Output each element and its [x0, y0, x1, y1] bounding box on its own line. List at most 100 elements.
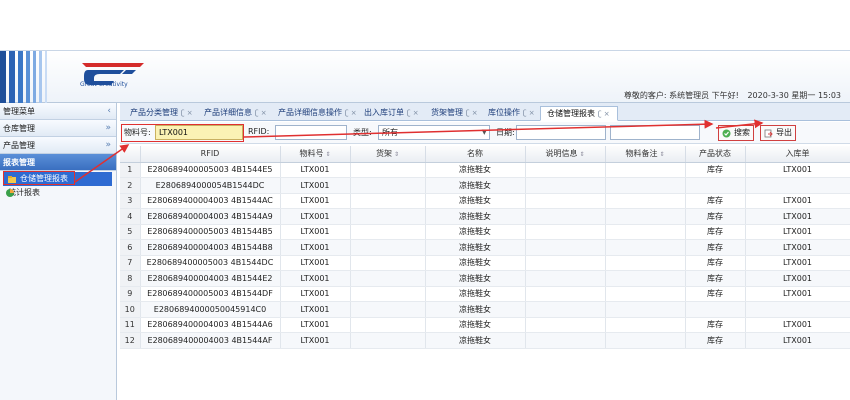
table-cell: LTX001 — [745, 255, 850, 271]
table-cell: LTX001 — [280, 193, 351, 209]
table-cell: 库存 — [685, 193, 746, 209]
table-cell: LTX001 — [280, 177, 351, 194]
table-row[interactable]: 5 E280689400005003 4B1544B5 LTX001 凉拖鞋女 库存 LT… — [120, 224, 850, 240]
table-cell: E280689400005003 4B1544DF — [140, 286, 281, 302]
close-icon[interactable]: ʗ × — [598, 110, 610, 118]
search-button[interactable]: 搜索 — [718, 125, 754, 141]
table-cell: LTX001 — [280, 286, 351, 302]
close-icon[interactable]: ʗ × — [407, 109, 419, 117]
table-row[interactable]: 4 E280689400004003 4B1544A9 LTX001 凉拖鞋女 库存 LT… — [120, 208, 850, 225]
sort-icon[interactable]: ⇕ — [325, 151, 330, 158]
table-row[interactable]: 12 E280689400004003 4B1544AF LTX001 凉拖鞋女 库存 L… — [120, 332, 850, 349]
table-cell: 凉拖鞋女 — [425, 162, 526, 178]
table-cell — [605, 239, 686, 256]
close-icon[interactable]: ʗ × — [466, 109, 478, 117]
close-icon[interactable]: ʗ × — [345, 109, 357, 117]
table-cell: LTX001 — [745, 332, 850, 349]
table-cell: 库存 — [685, 317, 746, 333]
table-row[interactable]: 11 E280689400004003 4B1544A6 LTX001 凉拖鞋女 库存 L… — [120, 317, 850, 333]
table-cell: LTX001 — [280, 208, 351, 225]
tab-warehouse-report[interactable]: 仓储管理报表 ʗ × — [540, 106, 618, 121]
app-header: Great Creativity 尊敬的客户: 系统管理员 下午好! 2020-… — [0, 50, 850, 103]
search-icon — [722, 129, 731, 138]
table-row[interactable]: 7 E280689400005003 4B1544DC LTX001 凉拖鞋女 库存 LT… — [120, 255, 850, 271]
table-cell — [350, 332, 426, 349]
column-header[interactable]: 物料备注 ⇕ — [605, 146, 686, 163]
table-cell — [525, 208, 606, 225]
table-cell — [605, 255, 686, 271]
sort-icon[interactable]: ⇕ — [579, 151, 584, 158]
table-row[interactable]: 2 E2806894000054B1544DC LTX001 凉拖鞋女 — [120, 177, 850, 194]
tab-inout-orders[interactable]: 出入库订单 ʗ × — [358, 106, 419, 121]
type-select[interactable]: 所有 ▼ — [378, 125, 490, 140]
table-cell: 库存 — [685, 208, 746, 225]
table-cell — [605, 224, 686, 240]
column-header[interactable]: RFID — [140, 146, 281, 163]
sidebar-item-reports[interactable]: 报表管理 — [0, 154, 116, 171]
row-number: 2 — [120, 177, 141, 194]
sidebar-item-products[interactable]: 产品管理 » — [0, 137, 116, 154]
date-end-input[interactable] — [610, 125, 700, 140]
sort-icon[interactable]: ⇕ — [394, 151, 399, 158]
chevron-down-icon: » — [105, 123, 111, 133]
tab-product-category[interactable]: 产品分类管理 ʗ × — [124, 106, 193, 121]
table-cell: E280689400004003 4B1544B8 — [140, 239, 281, 256]
sidebar: 管理菜单 ‹ 仓库管理 » 产品管理 » 报表管理 仓储管理报表 统计报表 — [0, 103, 117, 400]
close-icon[interactable]: ʗ × — [523, 109, 535, 117]
tab-shelf-management[interactable]: 货架管理 ʗ × — [425, 106, 478, 121]
type-select-value: 所有 — [382, 128, 398, 137]
sort-icon[interactable]: ⇕ — [659, 151, 664, 158]
column-header[interactable]: 名称 — [425, 146, 526, 163]
report-table: RFID 物料号 ⇕ 货架 ⇕ 名称 说明信息 ⇕ 物料备注 ⇕ 产品状态 入库单 1E… — [120, 146, 850, 349]
export-button[interactable]: 导出 — [760, 125, 796, 141]
table-cell: LTX001 — [745, 162, 850, 178]
rfid-input[interactable] — [275, 125, 347, 140]
chevron-left-icon[interactable]: ‹ — [107, 103, 111, 120]
column-header-label: RFID — [200, 149, 220, 159]
type-label: 类型: — [353, 128, 372, 137]
tab-label: 仓储管理报表 — [547, 109, 595, 118]
column-header[interactable]: 说明信息 ⇕ — [525, 146, 606, 163]
tab-product-details-ops[interactable]: 产品详细信息操作 ʗ × — [272, 106, 357, 121]
table-cell: 凉拖鞋女 — [425, 239, 526, 256]
sidebar-subitem-statistics[interactable]: 统计报表 — [0, 186, 116, 200]
sidebar-item-warehouse[interactable]: 仓库管理 » — [0, 120, 116, 137]
row-number: 11 — [120, 317, 141, 333]
table-cell — [525, 224, 606, 240]
table-cell: LTX001 — [280, 239, 351, 256]
table-cell: LTX001 — [280, 162, 351, 178]
table-cell — [350, 239, 426, 256]
table-cell — [350, 255, 426, 271]
table-cell: 凉拖鞋女 — [425, 270, 526, 287]
table-cell — [525, 193, 606, 209]
table-row[interactable]: 8 E280689400004003 4B1544E2 LTX001 凉拖鞋女 库存 LT… — [120, 270, 850, 287]
table-cell: LTX001 — [745, 239, 850, 256]
column-header[interactable]: 产品状态 — [685, 146, 746, 163]
close-icon[interactable]: ʗ × — [181, 109, 193, 117]
tab-product-details[interactable]: 产品详细信息 ʗ × — [198, 106, 267, 121]
table-cell: 凉拖鞋女 — [425, 286, 526, 302]
date-start-input[interactable] — [516, 125, 606, 140]
table-cell: 凉拖鞋女 — [425, 224, 526, 240]
column-header[interactable]: 物料号 ⇕ — [280, 146, 351, 163]
table-row[interactable]: 10 E2806894000050045914C0 LTX001 凉拖鞋女 — [120, 301, 850, 318]
table-cell: LTX001 — [745, 270, 850, 287]
column-header[interactable]: 入库单 — [745, 146, 850, 163]
table-row[interactable]: 1 E280689400005003 4B1544E5 LTX001 凉拖鞋女 库存 LT… — [120, 162, 850, 178]
tab-label: 产品详细信息操作 — [278, 108, 342, 117]
header-decoration — [0, 51, 62, 103]
table-cell: LTX001 — [745, 193, 850, 209]
chart-icon — [6, 189, 14, 197]
table-row[interactable]: 9 E280689400005003 4B1544DF LTX001 凉拖鞋女 库存 LT… — [120, 286, 850, 302]
table-cell: E2806894000050045914C0 — [140, 301, 281, 318]
column-header[interactable]: 货架 ⇕ — [350, 146, 426, 163]
table-cell — [605, 317, 686, 333]
table-row[interactable]: 6 E280689400004003 4B1544B8 LTX001 凉拖鞋女 库存 LT… — [120, 239, 850, 256]
tab-location-ops[interactable]: 库位操作 ʗ × — [482, 106, 535, 121]
close-icon[interactable]: ʗ × — [255, 109, 267, 117]
table-cell — [605, 270, 686, 287]
sidebar-item-menu[interactable]: 管理菜单 ‹ — [0, 103, 116, 120]
table-cell: E280689400005003 4B1544E5 — [140, 162, 281, 178]
table-cell — [525, 317, 606, 333]
table-row[interactable]: 3 E280689400004003 4B1544AC LTX001 凉拖鞋女 库存 LT… — [120, 193, 850, 209]
